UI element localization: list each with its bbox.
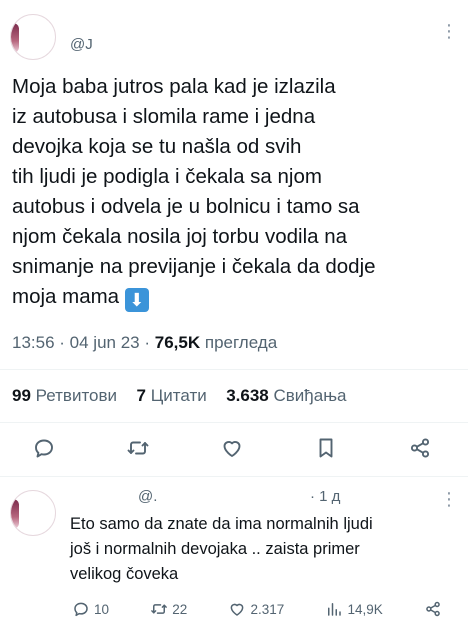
views-icon [328, 603, 342, 616]
meta-separator: · [144, 333, 155, 352]
reply-retweet-button[interactable]: 22 [150, 600, 187, 618]
reply-author-handle[interactable]: @. [138, 488, 157, 505]
tweet-meta: 13:56 · 04 jun 23 · 76,5K прегледа [12, 333, 277, 353]
reply-time-value: 1 д [319, 488, 341, 505]
tweet-time[interactable]: 13:56 [12, 333, 55, 352]
tweet-date[interactable]: 04 jun 23 [70, 333, 140, 352]
reply-more-options-icon[interactable]: ⋮ [440, 490, 458, 508]
reply-time[interactable]: · 1 д [310, 488, 340, 505]
like-button[interactable] [220, 436, 244, 460]
reply-views-count: 14,9K [347, 601, 383, 617]
bookmark-icon [319, 438, 333, 458]
like-icon [223, 441, 241, 457]
share-button[interactable] [408, 436, 432, 460]
divider [0, 422, 468, 423]
reply-text: Eto samo da znate da ima normalnih ljudi… [70, 515, 373, 583]
share-icon [426, 601, 440, 617]
likes-count: 3.638 [226, 386, 269, 405]
more-options-icon[interactable]: ⋮ [440, 22, 458, 40]
like-icon [231, 603, 244, 616]
retweets-label: Ретвитови [35, 386, 118, 405]
quotes-count: 7 [136, 386, 146, 405]
reply-author-avatar[interactable] [10, 490, 56, 536]
bookmark-button[interactable] [314, 436, 338, 460]
reply-views-button[interactable]: 14,9K [325, 600, 383, 618]
tweet-text-content: Moja baba jutros pala kad je izlazila iz… [12, 75, 376, 308]
reply-like-button[interactable]: 2.317 [228, 600, 284, 618]
likes-stat[interactable]: 3.638 Свиђања [226, 386, 346, 405]
retweet-icon [151, 604, 168, 614]
author-handle[interactable]: @J [70, 36, 93, 53]
reply-reply-button[interactable]: 10 [72, 600, 109, 618]
reply-share-button[interactable] [424, 600, 442, 618]
retweets-stat[interactable]: 99 Ретвитови [12, 386, 117, 405]
retweet-button[interactable] [126, 436, 150, 460]
reply-likes-count: 2.317 [250, 601, 285, 617]
reply-retweets-count: 22 [172, 601, 188, 617]
reply-replies-count: 10 [94, 601, 110, 617]
quotes-stat[interactable]: 7 Цитати [137, 386, 207, 405]
retweets-count: 99 [12, 386, 31, 405]
divider [0, 369, 468, 370]
down-arrow-emoji: ⬇ [124, 288, 149, 312]
author-avatar[interactable] [10, 14, 56, 60]
reply-action-bar: 10 22 2.317 14,9K [72, 600, 442, 618]
reply-icon [35, 439, 53, 458]
reply-icon [74, 602, 88, 617]
views-count: 76,5K [154, 333, 201, 352]
tweet-action-bar [32, 436, 432, 460]
reply-button[interactable] [32, 436, 56, 460]
divider [0, 476, 468, 477]
retweet-icon [127, 441, 149, 455]
tweet-stats: 99 Ретвитови 7 Цитати 3.638 Свиђања [12, 386, 346, 406]
quotes-label: Цитати [150, 386, 207, 405]
tweet-text: Moja baba jutros pala kad je izlazila iz… [12, 72, 462, 312]
views-label: прегледа [204, 333, 278, 352]
share-icon [410, 438, 430, 458]
meta-separator: · [59, 333, 70, 352]
likes-label: Свиђања [273, 386, 347, 405]
tweet-body: Moja baba jutros pala kad je izlazila iz… [12, 72, 462, 312]
